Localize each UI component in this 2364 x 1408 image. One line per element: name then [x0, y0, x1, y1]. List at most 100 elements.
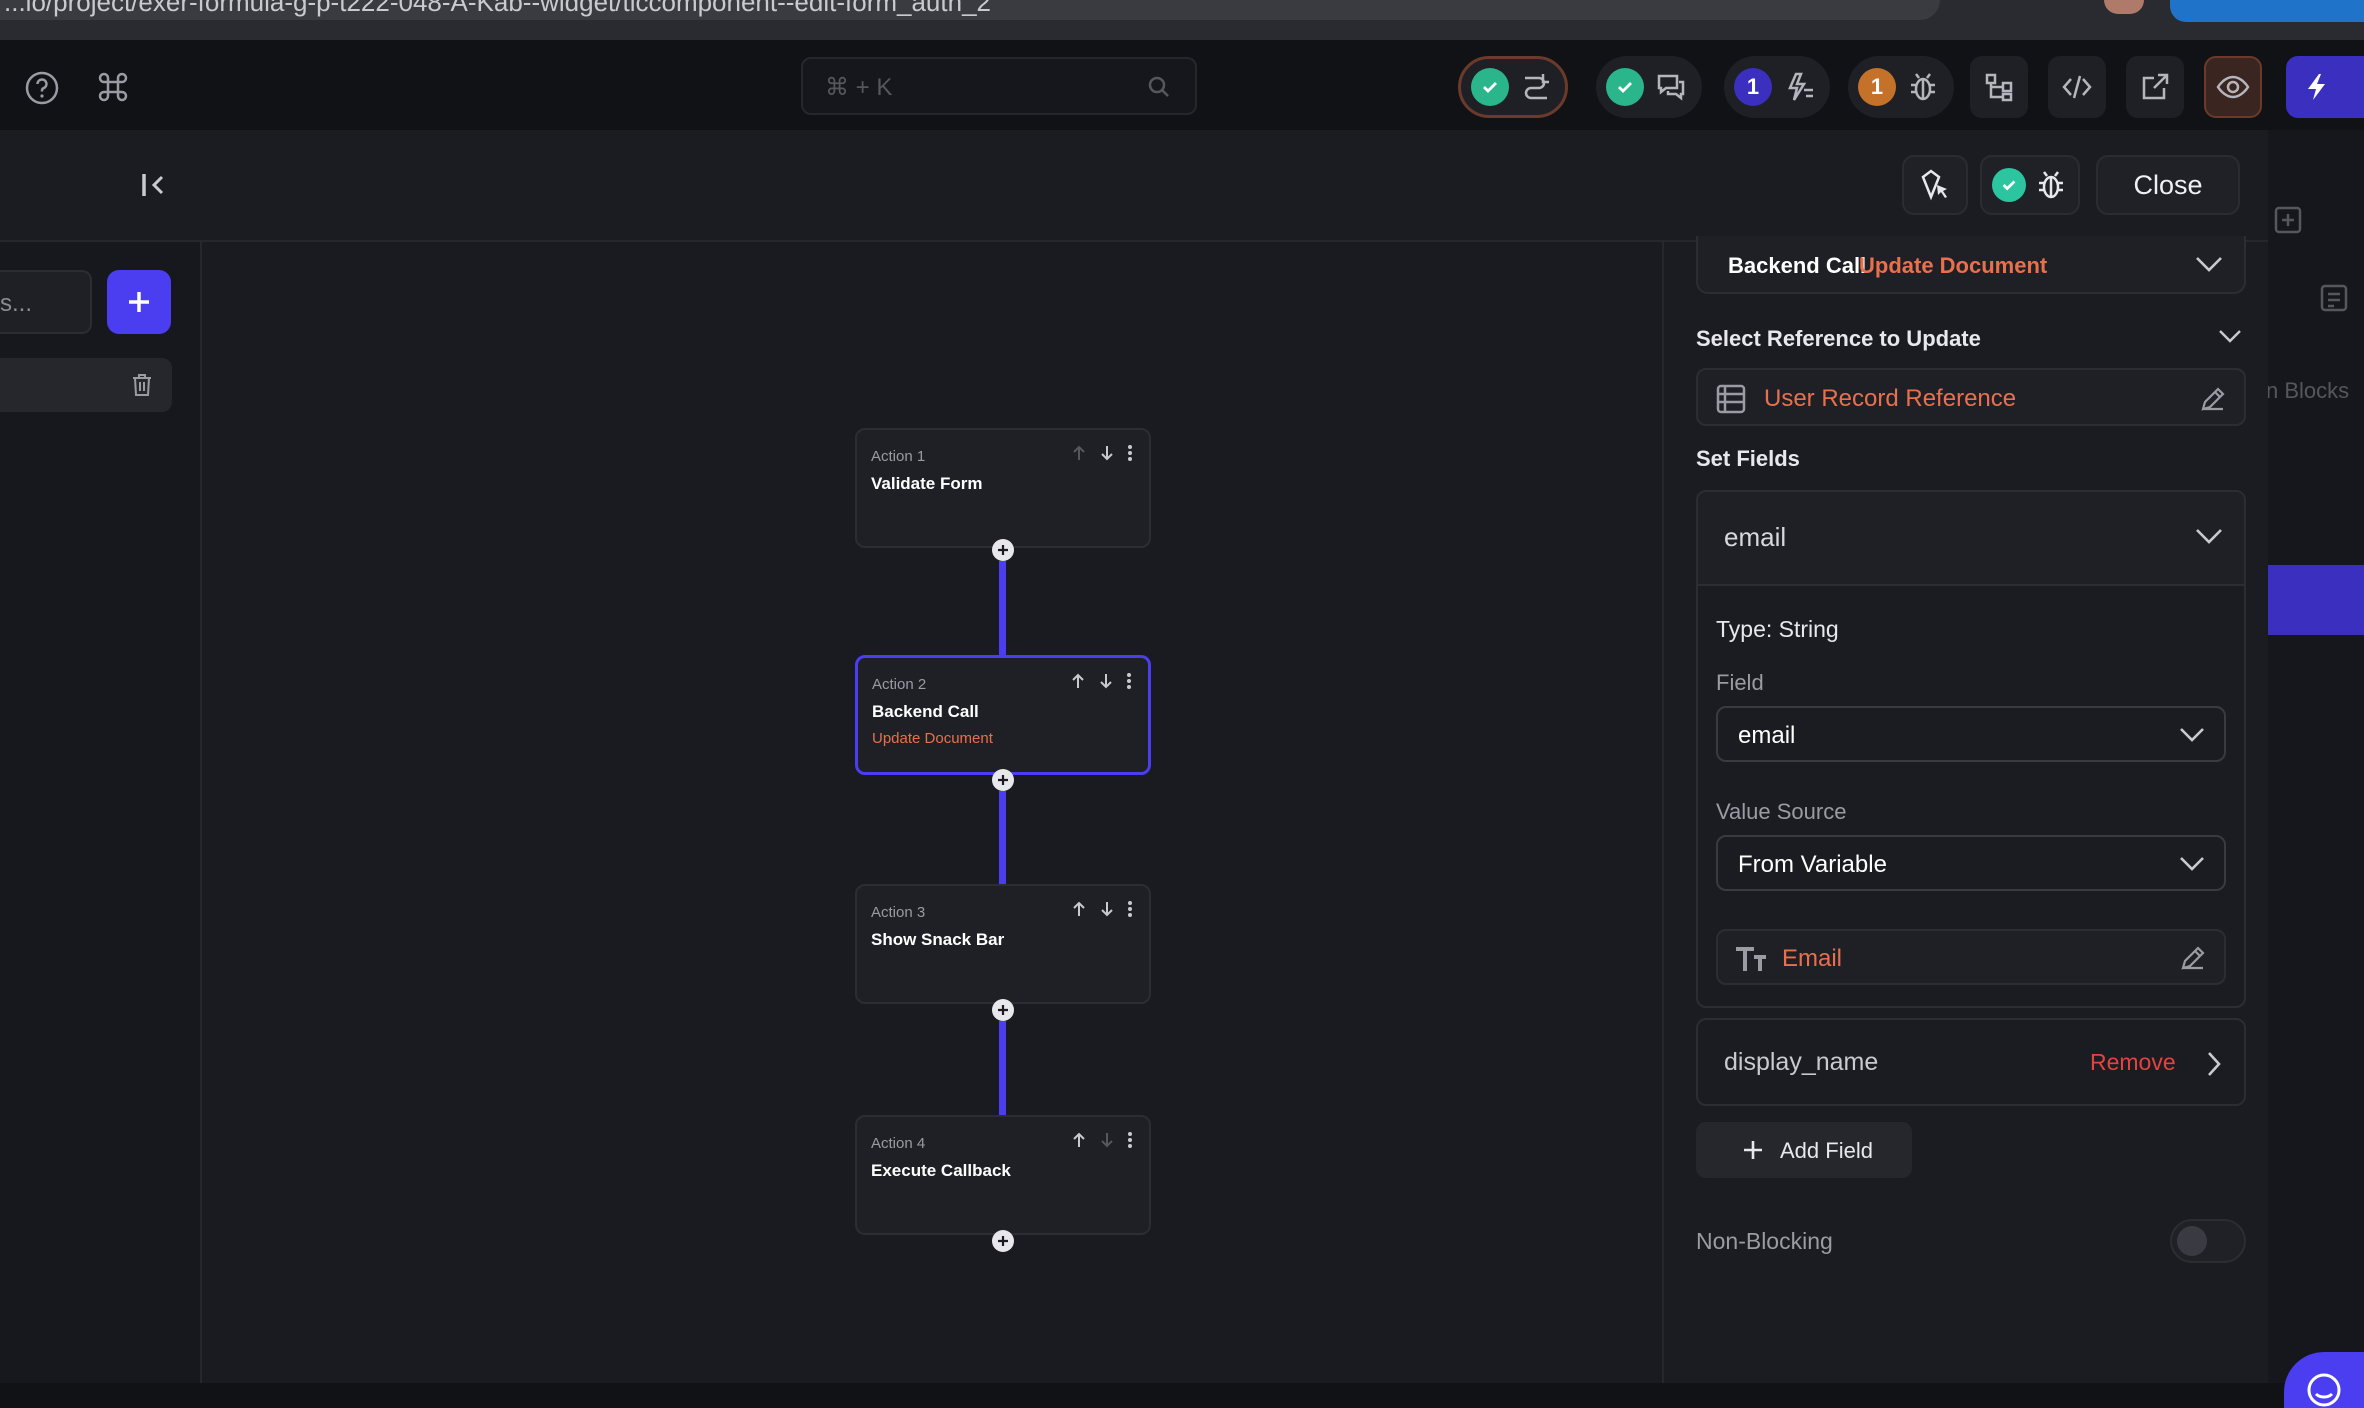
- edit-pencil-icon[interactable]: [2198, 384, 2228, 414]
- check-circle-icon: [1471, 68, 1509, 106]
- chevron-down-icon: [2194, 254, 2224, 274]
- action-list-panel: [0, 242, 202, 1383]
- text-type-icon: [1734, 945, 1768, 973]
- add-widget-icon: [2268, 200, 2308, 240]
- field-group-header[interactable]: email: [1698, 492, 2244, 586]
- select-reference-label: Select Reference to Update: [1696, 326, 1981, 351]
- open-external-button[interactable]: [2126, 56, 2184, 118]
- search-icon: [1147, 75, 1171, 99]
- edit-pencil-icon[interactable]: [2178, 943, 2208, 973]
- field-row-name: display_name: [1724, 1048, 1879, 1076]
- move-up-icon[interactable]: [1071, 900, 1087, 918]
- code-view-button[interactable]: [2048, 56, 2106, 118]
- insert-action-button[interactable]: [992, 769, 1014, 791]
- field-type-label: Type: String: [1716, 616, 1839, 642]
- add-field-button[interactable]: Add Field: [1696, 1122, 1912, 1178]
- field-label: Field: [1716, 670, 1764, 695]
- chevron-down-icon: [2178, 726, 2206, 744]
- move-up-icon[interactable]: [1070, 672, 1086, 690]
- action-card-3[interactable]: Action 3 Show Snack Bar: [855, 884, 1151, 1004]
- ai-generate-button[interactable]: [1902, 155, 1968, 215]
- action-card-1[interactable]: Action 1 Validate Form: [855, 428, 1151, 548]
- action-list-item[interactable]: [0, 358, 172, 412]
- action-type-dropdown[interactable]: Backend Call Update Document: [1696, 236, 2246, 294]
- move-down-icon[interactable]: [1099, 444, 1115, 462]
- bug-icon: [1906, 70, 1940, 104]
- move-down-icon[interactable]: [1099, 1131, 1115, 1149]
- plus-icon: [1742, 1139, 1764, 1161]
- remove-field-button[interactable]: Remove: [2090, 1049, 2176, 1076]
- reference-selector[interactable]: User Record Reference: [1696, 368, 2246, 426]
- flow-branch-icon: [1519, 70, 1553, 104]
- non-blocking-toggle[interactable]: [2170, 1219, 2246, 1263]
- move-up-icon[interactable]: [1071, 1131, 1087, 1149]
- action-search-placeholder: s...: [0, 290, 33, 317]
- insert-action-button[interactable]: [992, 539, 1014, 561]
- flow-connector: [999, 791, 1006, 884]
- check-circle-icon: [1992, 168, 2026, 202]
- action-subtitle: Update Document: [872, 730, 993, 747]
- flow-connector: [999, 1021, 1006, 1115]
- command-search-input[interactable]: ⌘ + K: [801, 57, 1197, 115]
- check-circle-icon: [1606, 68, 1644, 106]
- add-action-button[interactable]: [107, 270, 171, 334]
- issues-status-pill[interactable]: 1: [1848, 56, 1954, 118]
- more-options-icon[interactable]: [1127, 900, 1133, 918]
- warnings-status-pill[interactable]: 1: [1724, 56, 1830, 118]
- tree-view-button[interactable]: [1970, 56, 2028, 118]
- bug-icon: [2034, 168, 2068, 202]
- background-selected-row: [2268, 565, 2364, 635]
- bottom-strip: [0, 1383, 2364, 1408]
- action-search-input[interactable]: s...: [0, 270, 92, 334]
- browser-url-strip: ...io/project/exer-formula-g-p-t222-048-…: [0, 0, 2364, 40]
- collapse-panel-icon[interactable]: [138, 168, 172, 202]
- move-up-icon[interactable]: [1071, 444, 1087, 462]
- browser-profile-avatar[interactable]: [2104, 0, 2144, 14]
- value-source-select[interactable]: From Variable: [1716, 835, 2226, 891]
- action-number: Action 4: [871, 1135, 926, 1152]
- browser-extension-button[interactable]: [2170, 0, 2364, 22]
- variable-selector[interactable]: Email: [1716, 929, 2226, 985]
- lightning-list-icon: [1782, 70, 1816, 104]
- chevron-down-icon[interactable]: [2218, 328, 2242, 344]
- external-link-icon: [2142, 73, 2169, 100]
- action-type-label: Backend Call: [1728, 253, 1867, 278]
- chat-icon: [2304, 1370, 2344, 1408]
- insert-action-button[interactable]: [992, 999, 1014, 1021]
- comments-status-pill[interactable]: [1596, 56, 1702, 118]
- plus-icon: [998, 1236, 1008, 1246]
- value-source-label: Value Source: [1716, 799, 1847, 824]
- more-options-icon[interactable]: [1127, 1131, 1133, 1149]
- action-number: Action 1: [871, 448, 926, 465]
- close-button[interactable]: Close: [2096, 155, 2240, 215]
- trash-icon[interactable]: [130, 372, 154, 398]
- more-options-icon[interactable]: [1126, 672, 1132, 690]
- run-button[interactable]: [2286, 56, 2364, 118]
- action-card-2[interactable]: Action 2 Backend Call Update Document: [855, 655, 1151, 775]
- plus-icon: [129, 292, 149, 312]
- help-icon[interactable]: [24, 70, 60, 106]
- chevron-down-icon: [2178, 855, 2206, 873]
- action-number: Action 3: [871, 904, 926, 921]
- debug-status-button[interactable]: [1980, 155, 2080, 215]
- move-down-icon[interactable]: [1099, 900, 1115, 918]
- ai-assist-status-pill[interactable]: [1458, 56, 1568, 118]
- chevron-down-icon: [2194, 526, 2224, 546]
- command-icon[interactable]: [96, 70, 130, 104]
- action-title: Show Snack Bar: [871, 930, 1005, 949]
- value-source-value: From Variable: [1738, 851, 1887, 878]
- field-select[interactable]: email: [1716, 706, 2226, 762]
- action-title: Validate Form: [871, 474, 983, 493]
- field-group-name: email: [1724, 522, 1787, 552]
- move-down-icon[interactable]: [1098, 672, 1114, 690]
- preview-button[interactable]: [2204, 56, 2262, 118]
- add-note-icon: [2316, 280, 2352, 316]
- browser-url[interactable]: ...io/project/exer-formula-g-p-t222-048-…: [0, 0, 1940, 20]
- set-fields-label: Set Fields: [1696, 446, 1800, 471]
- lightning-icon: [2308, 74, 2325, 100]
- action-card-4[interactable]: Action 4 Execute Callback: [855, 1115, 1151, 1235]
- insert-action-button[interactable]: [992, 1230, 1014, 1252]
- warnings-count-badge: 1: [1734, 68, 1772, 106]
- more-options-icon[interactable]: [1127, 444, 1133, 462]
- field-row-display-name[interactable]: display_name Remove: [1696, 1018, 2246, 1106]
